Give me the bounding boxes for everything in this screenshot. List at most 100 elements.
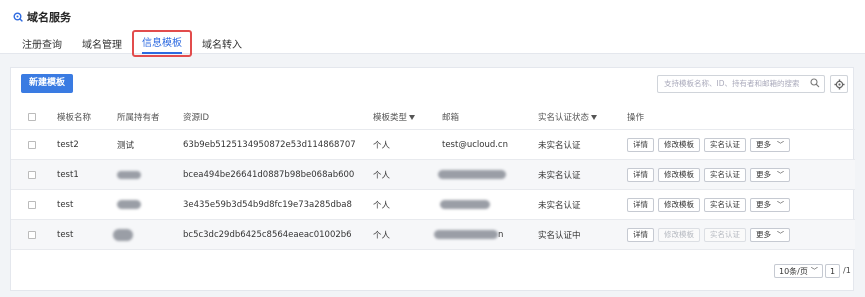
template-name[interactable]: test [57, 220, 73, 249]
resource-id: bcea494be26641d0887b98be068ab600 [183, 169, 355, 180]
total-pages: /1 [843, 266, 851, 275]
owner-redacted [117, 190, 141, 219]
tab-label: 域名转入 [202, 40, 242, 51]
verify-button[interactable]: 实名认证 [704, 167, 746, 182]
edit-template-button[interactable]: 修改模板 [658, 227, 700, 242]
col-owner: 所属持有者 [117, 113, 160, 123]
tab-domain-manage[interactable]: 域名管理 [72, 32, 132, 57]
template-panel: 新建模板 支持模板名称、ID、持有者和邮箱的搜索 模板名称 所属持有者 资源ID… [10, 67, 855, 291]
email-redacted [440, 190, 490, 219]
filter-icon[interactable] [409, 114, 416, 120]
row-actions: 详情 修改模板 实名认证 更多 ﹀ [627, 190, 794, 219]
tab-domain-transfer[interactable]: 域名转入 [192, 32, 252, 57]
template-type: 个人 [373, 170, 391, 181]
template-type: 个人 [373, 200, 391, 211]
more-label: 更多 [756, 200, 771, 209]
verify-status: 未实名认证 [538, 200, 581, 211]
verify-status: 实名认证中 [538, 230, 581, 241]
more-dropdown[interactable]: 更多 ﹀ [750, 167, 790, 182]
detail-button[interactable]: 详情 [627, 227, 654, 242]
col-resource-id: 资源ID [183, 113, 210, 123]
col-actions: 操作 [627, 113, 645, 123]
owner-name: 测试 [117, 140, 135, 151]
email-redacted: n [434, 220, 503, 249]
service-title-text: 域名服务 [27, 11, 71, 24]
col-email: 邮箱 [442, 113, 460, 123]
row-checkbox[interactable] [28, 200, 36, 209]
new-template-button[interactable]: 新建模板 [21, 74, 73, 93]
search-input[interactable]: 支持模板名称、ID、持有者和邮箱的搜索 [657, 75, 825, 93]
row-actions: 详情 修改模板 实名认证 更多 ﹀ [627, 130, 794, 159]
row-actions: 详情 修改模板 实名认证 更多 ﹀ [627, 220, 794, 249]
template-name[interactable]: test2 [57, 130, 79, 159]
edit-template-button[interactable]: 修改模板 [658, 137, 700, 152]
tab-label: 信息模板 [142, 38, 182, 54]
verify-button[interactable]: 实名认证 [704, 197, 746, 212]
edit-template-button[interactable]: 修改模板 [658, 197, 700, 212]
gear-icon [834, 79, 845, 90]
row-checkbox[interactable] [28, 230, 36, 239]
col-template-name: 模板名称 [57, 113, 92, 123]
table-row: test1 bcea494be26641d0887b98be068ab600 个… [11, 159, 855, 189]
tab-label: 域名管理 [82, 40, 122, 51]
chevron-down-icon: ﹀ [777, 140, 784, 149]
more-label: 更多 [756, 140, 771, 149]
template-name[interactable]: test1 [57, 160, 79, 189]
owner-redacted [113, 220, 133, 249]
table-row: test 3e435e59b3d54b9d8fc19e73a285dba8 个人… [11, 189, 855, 219]
page-number-input[interactable]: 1 [825, 264, 841, 278]
chevron-down-icon: ﹀ [810, 267, 818, 275]
detail-button[interactable]: 详情 [627, 197, 654, 212]
more-dropdown[interactable]: 更多 ﹀ [750, 227, 790, 242]
select-all-checkbox[interactable] [28, 113, 36, 121]
tab-label: 注册查询 [22, 40, 62, 51]
tab-info-template[interactable]: 信息模板 [132, 30, 192, 57]
verify-status: 未实名认证 [538, 140, 581, 151]
search-placeholder: 支持模板名称、ID、持有者和邮箱的搜索 [664, 79, 800, 88]
detail-button[interactable]: 详情 [627, 167, 654, 182]
verify-button[interactable]: 实名认证 [704, 227, 746, 242]
email: test@ucloud.cn [442, 139, 508, 150]
verify-status: 未实名认证 [538, 170, 581, 181]
table-row: test bc5c3dc29db6425c8564eaeac01002b6 个人… [11, 219, 855, 249]
page-size-select[interactable]: 10条/页 ﹀ [774, 264, 823, 278]
domain-service-icon [13, 12, 23, 22]
chevron-down-icon: ﹀ [777, 200, 784, 209]
col-label: 模板类型 [373, 113, 408, 123]
tab-bar: 注册查询 域名管理 信息模板 域名转入 [12, 30, 252, 57]
search-icon[interactable] [810, 78, 820, 88]
email-suffix: n [498, 229, 504, 240]
tab-register-query[interactable]: 注册查询 [12, 32, 72, 57]
more-dropdown[interactable]: 更多 ﹀ [750, 197, 790, 212]
template-name[interactable]: test [57, 190, 73, 219]
template-type: 个人 [373, 230, 391, 241]
service-title: 域名服务 [13, 9, 71, 25]
row-checkbox[interactable] [28, 140, 36, 149]
col-template-type[interactable]: 模板类型 [373, 105, 416, 129]
col-label: 实名认证状态 [538, 113, 590, 123]
edit-template-button[interactable]: 修改模板 [658, 167, 700, 182]
col-verify-status[interactable]: 实名认证状态 [538, 105, 598, 129]
chevron-down-icon: ﹀ [777, 230, 784, 239]
chevron-down-icon: ﹀ [777, 170, 784, 179]
table-row: test2 测试 63b9eb5125134950872e53d11486870… [11, 129, 855, 159]
more-label: 更多 [756, 170, 771, 179]
more-label: 更多 [756, 230, 771, 239]
settings-button[interactable] [830, 75, 848, 93]
row-actions: 详情 修改模板 实名认证 更多 ﹀ [627, 160, 794, 189]
top-bar: 域名服务 注册查询 域名管理 信息模板 域名转入 [0, 0, 865, 57]
resource-id: 63b9eb5125134950872e53d114868707 [183, 139, 356, 150]
current-page: 1 [830, 266, 836, 276]
filter-icon[interactable] [591, 114, 598, 120]
resource-id: bc5c3dc29db6425c8564eaeac01002b6 [183, 229, 352, 240]
table-bottom-divider [11, 249, 855, 250]
page-size-value: 10条/页 [779, 266, 808, 276]
verify-button[interactable]: 实名认证 [704, 137, 746, 152]
more-dropdown[interactable]: 更多 ﹀ [750, 137, 790, 152]
resource-id: 3e435e59b3d54b9d8fc19e73a285dba8 [183, 199, 352, 210]
email-redacted [438, 160, 506, 189]
template-type: 个人 [373, 140, 391, 151]
detail-button[interactable]: 详情 [627, 137, 654, 152]
owner-redacted [117, 160, 141, 189]
row-checkbox[interactable] [28, 170, 36, 179]
